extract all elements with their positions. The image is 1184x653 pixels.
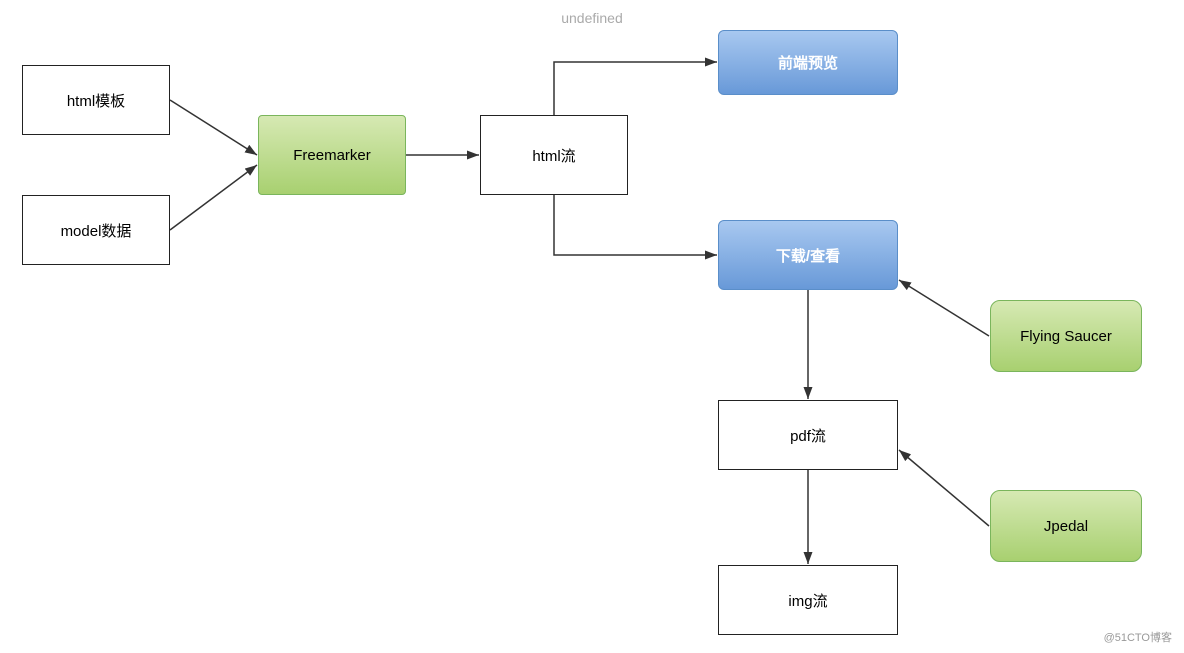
node-flying-saucer: Flying Saucer (990, 300, 1142, 372)
page-title: undefined (0, 10, 1184, 26)
node-img-stream-label: img流 (788, 590, 827, 611)
node-freemarker: Freemarker (258, 115, 406, 195)
node-pdf-stream-label: pdf流 (790, 425, 826, 446)
watermark: @51CTO博客 (1104, 629, 1172, 645)
node-jpedal-label: Jpedal (1044, 518, 1088, 535)
node-img-stream: img流 (718, 565, 898, 635)
node-pdf-stream: pdf流 (718, 400, 898, 470)
node-download-view: 下载/查看 (718, 220, 898, 290)
node-model-data-label: model数据 (61, 220, 132, 241)
node-jpedal: Jpedal (990, 490, 1142, 562)
node-html-template-label: html模板 (67, 90, 125, 111)
node-model-data: model数据 (22, 195, 170, 265)
node-html-stream: html流 (480, 115, 628, 195)
node-frontend-preview: 前端预览 (718, 30, 898, 95)
node-html-template: html模板 (22, 65, 170, 135)
diagram: undefined html模板 model数据 (0, 0, 1184, 653)
node-freemarker-label: Freemarker (293, 147, 371, 164)
node-frontend-preview-label: 前端预览 (778, 52, 838, 73)
node-flying-saucer-label: Flying Saucer (1020, 328, 1112, 345)
node-download-view-label: 下载/查看 (776, 245, 840, 266)
node-html-stream-label: html流 (532, 145, 575, 166)
